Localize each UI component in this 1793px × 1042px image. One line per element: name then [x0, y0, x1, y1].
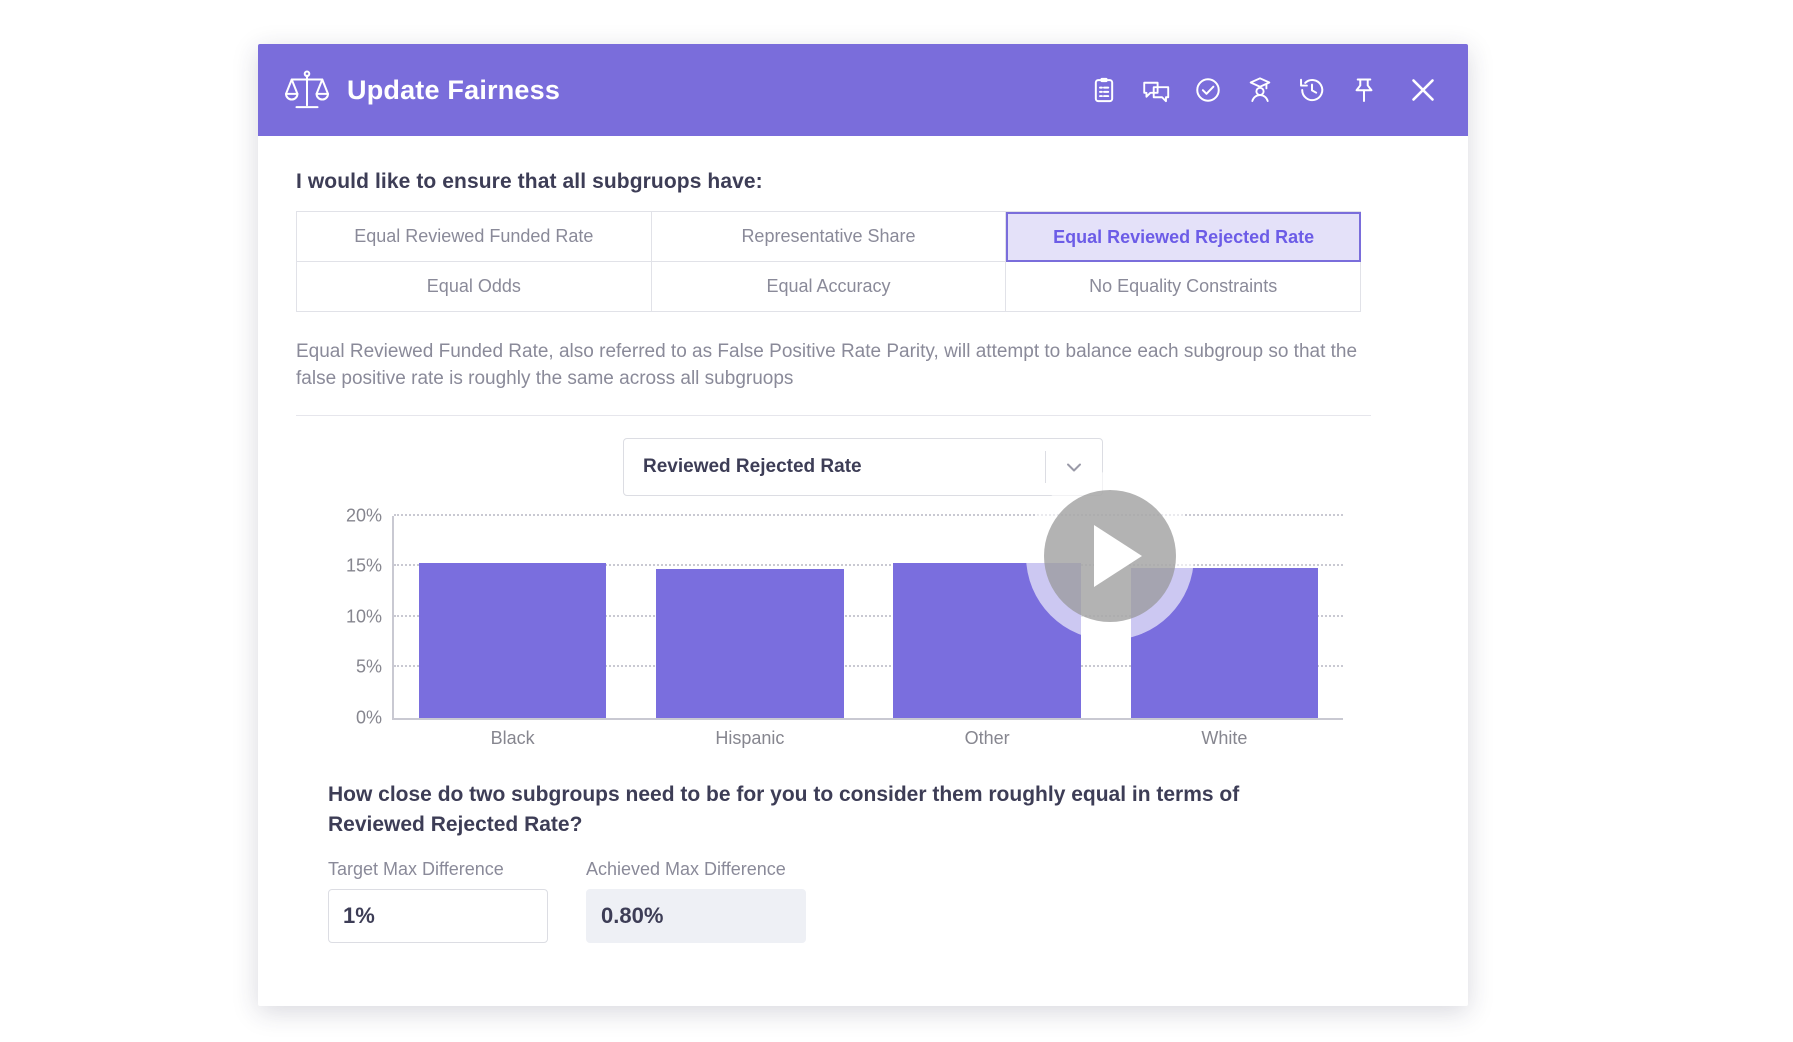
- ytick-label-10: 10%: [345, 606, 382, 627]
- achieved-max-difference-group: Achieved Max Difference 0.80%: [586, 859, 806, 943]
- ytick-label-15: 15%: [345, 555, 382, 576]
- bar-group-black: Black: [394, 516, 631, 748]
- fairness-bar-chart: 20% 15% 10% 5% 0% Black Hispanic Other W…: [296, 505, 1371, 758]
- target-max-difference-group: Target Max Difference 1%: [328, 859, 548, 943]
- modal-header-left: Update Fairness: [284, 69, 1090, 111]
- section-heading: I would like to ensure that all subgruop…: [296, 170, 763, 193]
- metric-select-value: Reviewed Rejected Rate: [643, 455, 862, 477]
- bar-group-hispanic: Hispanic: [631, 516, 868, 748]
- xtick-label-black: Black: [490, 727, 535, 748]
- threshold-question: How close do two subgroups need to be fo…: [328, 782, 1240, 837]
- screen-root: Update Fairness I would like to ensure t…: [0, 0, 1793, 1042]
- close-x-icon[interactable]: [1408, 75, 1438, 105]
- section-divider: [296, 414, 1371, 416]
- play-triangle-icon: [1094, 525, 1142, 587]
- fairness-criteria-tab-grid: Equal Reviewed Funded Rate Representativ…: [296, 211, 1361, 312]
- bar-hispanic[interactable]: [656, 569, 844, 718]
- bar-black[interactable]: [418, 563, 607, 718]
- graduate-user-icon[interactable]: [1246, 76, 1274, 104]
- tab-no-equality-constraints[interactable]: No Equality Constraints: [1006, 262, 1361, 312]
- header-icon-bar: [1090, 75, 1438, 105]
- threshold-fields: Target Max Difference 1% Achieved Max Di…: [296, 859, 1430, 943]
- clipboard-tasks-icon[interactable]: [1090, 76, 1118, 104]
- tab-equal-accuracy[interactable]: Equal Accuracy: [651, 262, 1007, 312]
- video-play-button[interactable]: [1026, 472, 1194, 640]
- metric-select-row: Reviewed Rejected Rate: [296, 437, 1430, 496]
- pin-icon[interactable]: [1350, 76, 1378, 104]
- tab-equal-odds[interactable]: Equal Odds: [297, 262, 652, 312]
- achieved-max-difference-label: Achieved Max Difference: [586, 858, 786, 879]
- tab-representative-share[interactable]: Representative Share: [651, 212, 1007, 262]
- metric-select[interactable]: Reviewed Rejected Rate: [623, 437, 1103, 496]
- history-clock-icon[interactable]: [1298, 76, 1326, 104]
- target-max-difference-input[interactable]: 1%: [328, 888, 548, 943]
- update-fairness-modal: Update Fairness I would like to ensure t…: [258, 44, 1468, 1006]
- modal-body: I would like to ensure that all subgruop…: [258, 136, 1468, 1006]
- chat-bubbles-icon[interactable]: [1142, 76, 1170, 104]
- criteria-description: Equal Reviewed Funded Rate, also referre…: [296, 341, 1358, 389]
- check-circle-icon[interactable]: [1194, 76, 1222, 104]
- chart-bars: Black Hispanic Other White: [394, 516, 1343, 748]
- xtick-label-hispanic: Hispanic: [715, 727, 785, 748]
- scales-balance-icon: [284, 69, 330, 111]
- chart-plot-area: 20% 15% 10% 5% 0% Black Hispanic Other W…: [346, 505, 1343, 748]
- achieved-max-difference-value: 0.80%: [601, 902, 664, 928]
- page-title: Update Fairness: [347, 74, 561, 105]
- play-button-circle: [1044, 490, 1176, 622]
- target-max-difference-label: Target Max Difference: [328, 858, 504, 879]
- xtick-label-white: White: [1201, 727, 1248, 748]
- tab-equal-reviewed-funded-rate[interactable]: Equal Reviewed Funded Rate: [297, 212, 652, 262]
- xtick-label-other: Other: [964, 727, 1010, 748]
- modal-header: Update Fairness: [258, 44, 1468, 136]
- target-max-difference-value: 1%: [343, 902, 375, 928]
- ytick-label-20: 20%: [345, 505, 382, 526]
- achieved-max-difference-value-box: 0.80%: [586, 888, 806, 943]
- tab-equal-reviewed-rejected-rate[interactable]: Equal Reviewed Rejected Rate: [1006, 212, 1361, 262]
- ytick-label-0: 0%: [355, 707, 382, 728]
- ytick-label-5: 5%: [355, 656, 382, 677]
